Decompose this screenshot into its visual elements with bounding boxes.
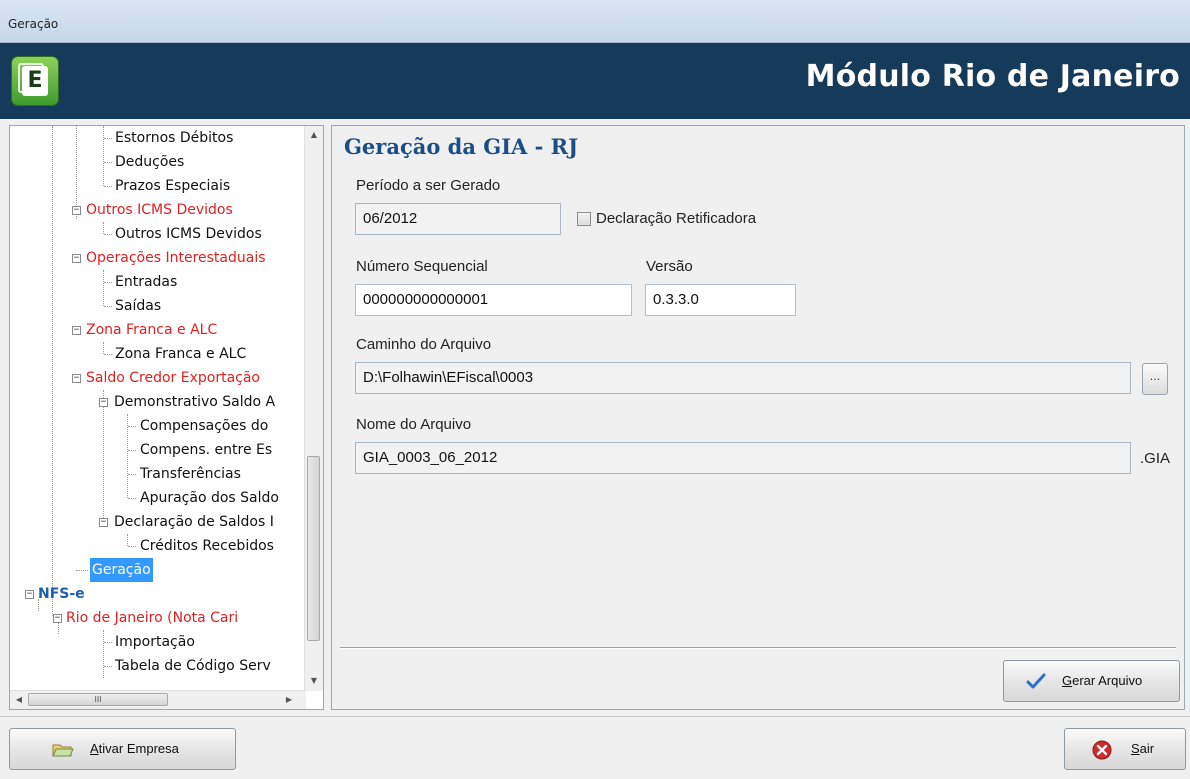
footer-bar: Ativar Empresa Sair [0,716,1190,779]
folder-open-icon [52,742,74,761]
navigation-tree[interactable]: − − − − − − − − Estornos Débitos Deduçõe… [9,125,324,710]
tree-body: − − − − − − − − Estornos Débitos Deduçõe… [10,126,306,691]
tree-item-tabela-codigo-servico[interactable]: Tabela de Código Serv [115,654,271,678]
tree-item-importacao[interactable]: Importação [115,630,195,654]
tree-item-compens-entre[interactable]: Compens. entre Es [140,438,272,462]
form-heading: Geração da GIA - RJ [344,134,579,159]
tree-item-compensacoes[interactable]: Compensações do [140,414,268,438]
tree-vertical-scroll-thumb[interactable] [307,456,320,641]
window-titlebar: Geração [0,0,1190,43]
tree-item-nfs-e[interactable]: NFS-e [38,582,85,606]
tree-item-outros-icms-devidos-group[interactable]: Outros ICMS Devidos [86,198,233,222]
collapse-toggle-icon[interactable]: − [25,590,34,599]
tree-horizontal-scrollbar[interactable]: ◀ III ▶ [10,690,306,709]
form-panel: Geração da GIA - RJ Período a ser Gerado… [331,125,1185,710]
retificadora-label[interactable]: Declaração Retificadora [596,210,756,227]
collapse-toggle-icon[interactable]: − [72,326,81,335]
tree-item-zona-franca[interactable]: Zona Franca e ALC [115,342,246,366]
tree-item-declaracao-saldos[interactable]: Declaração de Saldos I [114,510,274,534]
tree-item-zona-franca-group[interactable]: Zona Franca e ALC [86,318,217,342]
versao-field[interactable]: 0.3.3.0 [645,284,796,316]
tree-item-entradas[interactable]: Entradas [115,270,177,294]
tree-item-apuracao-saldos[interactable]: Apuração dos Saldo [140,486,279,510]
browse-folder-button[interactable]: ... [1142,363,1168,395]
collapse-toggle-icon[interactable]: − [72,206,81,215]
tree-item-prazos-especiais[interactable]: Prazos Especiais [115,174,230,198]
ativar-empresa-button[interactable]: Ativar Empresa [9,728,236,770]
tree-item-transferencias[interactable]: Transferências [140,462,241,486]
module-header: E Módulo Rio de Janeiro [0,43,1190,119]
tree-item-saidas[interactable]: Saídas [115,294,161,318]
sair-button[interactable]: Sair [1064,728,1186,770]
collapse-toggle-icon[interactable]: − [72,254,81,263]
tree-item-estornos-debitos[interactable]: Estornos Débitos [115,126,233,150]
tree-horizontal-scroll-thumb[interactable]: III [28,693,168,706]
tree-item-deducoes[interactable]: Deduções [115,150,184,174]
collapse-toggle-icon[interactable]: − [99,398,108,407]
scroll-down-arrow-icon[interactable]: ▼ [305,676,323,685]
tree-item-demonstrativo-saldo[interactable]: Demonstrativo Saldo A [114,390,275,414]
tree-item-geracao[interactable]: Geração [90,558,153,582]
file-extension-label: .GIA [1140,450,1171,467]
sair-label: Sair [1131,741,1155,756]
efiscal-logo-icon: E [11,56,59,106]
tree-item-creditos-recebidos[interactable]: Créditos Recebidos [140,534,274,558]
retificadora-checkbox[interactable] [577,212,591,226]
tree-item-outros-icms-devidos[interactable]: Outros ICMS Devidos [115,222,262,246]
collapse-toggle-icon[interactable]: − [72,374,81,383]
numero-sequencial-label: Número Sequencial [356,258,488,275]
form-separator [340,647,1176,649]
module-title: Módulo Rio de Janeiro [805,59,1180,94]
window-title: Geração [8,17,59,31]
tree-item-saldo-credor-exportacao[interactable]: Saldo Credor Exportação [86,366,260,390]
periodo-label: Período a ser Gerado [356,177,501,194]
caminho-arquivo-field[interactable]: D:\Folhawin\EFiscal\0003 [355,362,1131,394]
scroll-right-arrow-icon[interactable]: ▶ [280,695,298,704]
tree-item-rio-de-janeiro[interactable]: Rio de Janeiro (Nota Cari [66,606,238,630]
logo-letter: E [22,66,48,96]
gerar-arquivo-label: Gerar Arquivo [1062,673,1143,688]
collapse-toggle-icon[interactable]: − [99,518,108,527]
scroll-left-arrow-icon[interactable]: ◀ [10,695,28,704]
nome-arquivo-label: Nome do Arquivo [356,416,472,433]
gerar-arquivo-button[interactable]: Gerar Arquivo [1003,660,1180,702]
tree-item-operacoes-interestaduais[interactable]: Operações Interestaduais [86,246,266,270]
collapse-toggle-icon[interactable]: − [53,614,62,623]
versao-label: Versão [646,258,693,275]
scroll-up-arrow-icon[interactable]: ▲ [305,130,323,139]
exit-icon [1092,740,1112,763]
nome-arquivo-field[interactable]: GIA_0003_06_2012 [355,442,1131,474]
checkmark-icon [1026,672,1046,693]
numero-sequencial-field[interactable]: 000000000000001 [355,284,632,316]
periodo-field[interactable]: 06/2012 [355,203,561,235]
caminho-arquivo-label: Caminho do Arquivo [356,336,492,353]
ativar-empresa-label: Ativar Empresa [90,741,179,756]
tree-vertical-scrollbar[interactable]: ▲ ▼ [304,126,323,691]
